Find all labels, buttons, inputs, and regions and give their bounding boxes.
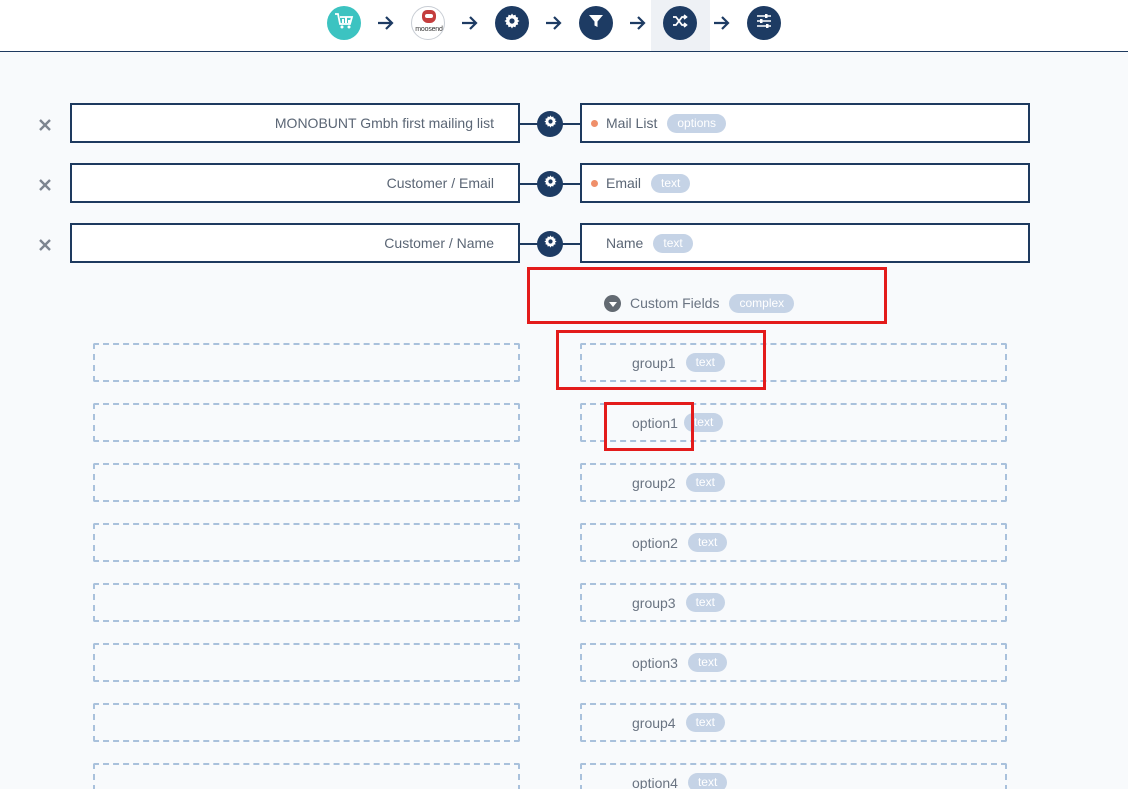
custom-field-group1[interactable]: group1 text	[580, 343, 1007, 382]
source-drop-zone[interactable]	[93, 643, 520, 682]
target-field-label: Name	[606, 235, 644, 251]
custom-field-option2[interactable]: option2 text	[580, 523, 1007, 562]
custom-field-label: group3	[632, 594, 676, 611]
arrow-right-icon	[544, 11, 564, 35]
field-type-badge: text	[653, 233, 693, 253]
custom-field-label: option1	[632, 414, 678, 431]
source-field-email[interactable]: Customer / Email	[70, 163, 520, 203]
step-navigation: moosend	[0, 0, 1128, 52]
source-drop-zone[interactable]	[93, 523, 520, 562]
custom-fields-header[interactable]: Custom Fields complex	[604, 292, 795, 314]
field-type-badge: text	[687, 533, 728, 552]
arrow-right-icon	[628, 11, 648, 35]
source-drop-zone[interactable]	[93, 583, 520, 622]
filter-icon	[588, 13, 604, 34]
remove-mapping-icon[interactable]	[36, 236, 54, 254]
source-drop-zone[interactable]	[93, 403, 520, 442]
source-drop-zone[interactable]	[93, 763, 520, 789]
custom-field-group2[interactable]: group2 text	[580, 463, 1007, 502]
required-indicator	[591, 120, 598, 127]
custom-field-option4[interactable]: option4 text	[580, 763, 1007, 789]
mapping-settings-button[interactable]	[537, 111, 563, 137]
target-field-label: Mail List	[606, 115, 658, 131]
source-drop-zone[interactable]	[93, 463, 520, 502]
arrow-right-icon	[460, 11, 480, 35]
moosend-step[interactable]: moosend	[411, 6, 445, 40]
gear-icon	[504, 13, 520, 34]
filter-step[interactable]	[579, 6, 613, 40]
source-field-mail-list[interactable]: MONOBUNT Gmbh first mailing list	[70, 103, 520, 143]
gear-icon	[543, 235, 557, 253]
custom-fields-label: Custom Fields	[630, 295, 720, 311]
custom-field-label: group2	[632, 474, 676, 491]
cart-chart-icon	[334, 12, 354, 35]
source-drop-zone[interactable]	[93, 703, 520, 742]
remove-mapping-icon[interactable]	[36, 116, 54, 134]
target-field-label: Email	[606, 175, 642, 191]
custom-field-group4[interactable]: group4 text	[580, 703, 1007, 742]
target-field-name[interactable]: Name text	[580, 223, 1030, 263]
remove-mapping-icon[interactable]	[36, 176, 54, 194]
custom-field-label: group1	[632, 354, 676, 371]
field-type-badge: text	[685, 713, 725, 732]
custom-field-label: option2	[632, 534, 678, 551]
source-field-name[interactable]: Customer / Name	[70, 223, 520, 263]
collapse-toggle-icon[interactable]	[604, 294, 621, 312]
settings-step[interactable]	[495, 6, 529, 40]
analytics-step[interactable]	[327, 6, 361, 40]
required-indicator	[591, 180, 598, 187]
field-type-badge: text	[687, 653, 728, 672]
moosend-logo-text: moosend	[415, 26, 443, 33]
shuffle-icon	[672, 13, 688, 33]
custom-field-label: group4	[632, 714, 676, 731]
gear-icon	[543, 115, 557, 133]
custom-field-option1[interactable]: option1 text	[580, 403, 1007, 442]
field-type-badge: text	[687, 773, 728, 789]
mapping-settings-button[interactable]	[537, 231, 563, 257]
source-drop-zone[interactable]	[93, 343, 520, 382]
source-field-label: Customer / Name	[384, 235, 494, 251]
field-type-badge: text	[651, 173, 691, 193]
moosend-logo-icon	[422, 10, 436, 23]
options-step[interactable]	[747, 6, 781, 40]
mapping-settings-button[interactable]	[537, 171, 563, 197]
source-field-label: Customer / Email	[386, 175, 494, 191]
source-field-label: MONOBUNT Gmbh first mailing list	[274, 115, 494, 131]
custom-field-label: option4	[632, 774, 678, 789]
custom-field-label: option3	[632, 654, 678, 671]
target-field-mail-list[interactable]: Mail List options	[580, 103, 1030, 143]
custom-field-group3[interactable]: group3 text	[580, 583, 1007, 622]
arrow-right-icon	[712, 11, 732, 35]
field-type-badge: options	[667, 113, 727, 133]
field-type-badge: complex	[729, 293, 795, 313]
field-type-badge: text	[685, 593, 725, 612]
arrow-right-icon	[376, 11, 396, 35]
field-type-badge: text	[685, 473, 725, 492]
mapping-step[interactable]	[663, 6, 697, 40]
field-type-badge: text	[685, 353, 725, 372]
target-field-email[interactable]: Email text	[580, 163, 1030, 203]
field-type-badge: text	[683, 413, 724, 432]
gear-icon	[543, 175, 557, 193]
custom-field-option3[interactable]: option3 text	[580, 643, 1007, 682]
sliders-icon	[756, 13, 772, 33]
